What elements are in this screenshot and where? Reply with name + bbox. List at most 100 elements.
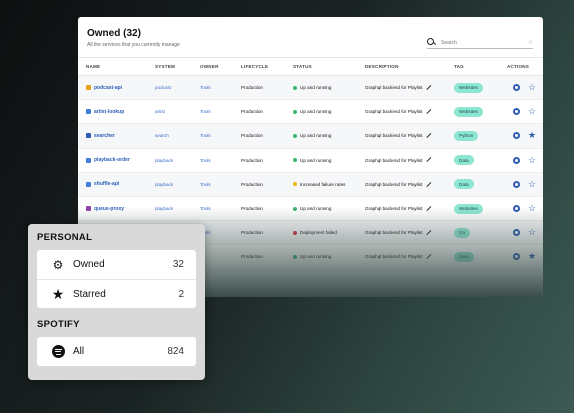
edit-icon[interactable] (426, 133, 433, 139)
edit-icon[interactable] (426, 109, 433, 115)
system-link[interactable]: podcast (155, 85, 171, 90)
column-header-description[interactable]: DESCRIPTION (365, 57, 454, 76)
column-header-name[interactable]: NAME (78, 57, 155, 76)
owner-link[interactable]: Tools (200, 206, 211, 211)
description-cell: Graphql backend for Playlist (365, 220, 454, 246)
service-name-link[interactable]: playback-order (94, 157, 130, 163)
actions-cell: ☆ (507, 148, 543, 173)
description-text: Graphql backend for Playlist (365, 133, 423, 139)
personal-filter-group: ⚙ Owned 32 ★ Starred 2 (37, 250, 196, 308)
name-cell: queue-proxy (78, 196, 155, 222)
owner-link[interactable]: Tools (200, 158, 211, 163)
star-icon[interactable]: ☆ (528, 155, 536, 165)
service-name-link[interactable]: queue-proxy (94, 206, 124, 212)
actions-cell: ☆ (507, 99, 543, 125)
tag-chip[interactable]: Data (454, 179, 474, 190)
star-icon[interactable]: ★ (528, 131, 536, 140)
github-icon[interactable] (513, 229, 520, 237)
column-header-lifecycle[interactable]: LIFECYCLE (241, 57, 293, 76)
edit-icon[interactable] (426, 254, 433, 260)
status-text: Deployment failed (300, 230, 337, 236)
edit-icon[interactable] (426, 205, 433, 212)
name-cell: searcher (78, 123, 155, 149)
column-header-status[interactable]: STATUS (293, 57, 365, 76)
status-text: Increased failure rates (300, 181, 346, 187)
star-icon[interactable]: ☆ (528, 228, 536, 237)
tag-chip[interactable]: Data (454, 155, 474, 166)
column-header-system[interactable]: SYSTEM (155, 57, 200, 76)
table-row[interactable]: podcast-api podcast Tools Production Up and … (78, 75, 543, 101)
github-icon[interactable] (513, 156, 520, 164)
star-icon[interactable]: ☆ (528, 204, 536, 213)
system-link[interactable]: search (155, 133, 169, 138)
table-head-row: NAME SYSTEM OWNER LIFECYCLE STATUS DESCRIPTIO… (78, 57, 543, 76)
filter-all-label: All (73, 346, 85, 357)
service-name-link[interactable]: shuffle-api (94, 181, 119, 187)
status-dot-icon (293, 206, 297, 211)
spotify-filter-group: All 824 (37, 337, 196, 366)
edit-icon[interactable] (426, 84, 433, 91)
github-icon[interactable] (513, 108, 520, 116)
tag-chip[interactable]: Python (454, 130, 479, 141)
status-text: Up and running (300, 254, 332, 260)
filter-owned[interactable]: ⚙ Owned 32 (37, 250, 196, 279)
star-icon[interactable]: ☆ (528, 107, 536, 116)
system-link[interactable]: artist (155, 109, 165, 114)
filter-starred-label: Starred (73, 288, 106, 300)
owner-link[interactable]: Tools (200, 85, 211, 90)
service-name-link[interactable]: podcast-api (94, 85, 122, 91)
edit-icon[interactable] (426, 181, 433, 187)
lifecycle-cell: Production (241, 196, 293, 222)
filter-all[interactable]: All 824 (37, 337, 196, 366)
service-name-link[interactable]: searcher (94, 133, 115, 139)
tag-cell: Java (454, 244, 507, 270)
tag-chip[interactable]: Java (454, 251, 474, 262)
search-input[interactable] (441, 39, 521, 46)
edit-icon[interactable] (426, 230, 433, 236)
column-header-owner[interactable]: OWNER (200, 57, 241, 76)
lifecycle-cell: Production (241, 220, 293, 246)
star-icon[interactable]: ☆ (528, 83, 536, 92)
system-link[interactable]: playback (155, 206, 173, 211)
owner-link[interactable]: Tools (200, 182, 211, 187)
github-icon[interactable] (513, 253, 520, 261)
github-icon[interactable] (513, 205, 520, 213)
table-header: Owned (32) All the services that you cur… (78, 17, 543, 57)
filter-starred[interactable]: ★ Starred 2 (37, 279, 196, 308)
owner-link[interactable]: Tools (200, 109, 211, 114)
description-cell: Graphql backend for Playlist (365, 148, 454, 173)
status-cell: Increased failure rates (293, 172, 365, 197)
tag-chip[interactable]: Websites (454, 106, 483, 117)
system-link[interactable]: playback (155, 158, 173, 163)
edit-icon[interactable] (426, 157, 433, 163)
name-cell: playback-order (78, 148, 155, 173)
owner-cell: Tools (200, 75, 241, 101)
star-icon[interactable]: ★ (528, 252, 536, 261)
description-text: Graphql backend for Playlist (365, 181, 423, 187)
star-icon[interactable]: ☆ (528, 179, 536, 189)
table-row[interactable]: playback-order playback Tools Production Up … (78, 148, 543, 173)
owner-link[interactable]: Tools (200, 133, 211, 138)
tag-chip[interactable]: Websites (454, 82, 483, 93)
table-row[interactable]: shuffle-api playback Tools Production Increa… (78, 172, 543, 197)
status-dot-icon (293, 254, 297, 259)
system-cell: podcast (155, 75, 200, 101)
column-header-actions[interactable]: ACTIONS (507, 57, 543, 76)
tag-chip[interactable]: Go (454, 227, 471, 238)
search-bar[interactable]: ✕ (427, 37, 533, 49)
lifecycle-cell: Production (241, 148, 293, 173)
tag-chip[interactable]: Websites (454, 203, 483, 214)
github-icon[interactable] (513, 84, 520, 92)
system-link[interactable]: playback (155, 182, 173, 187)
gears-icon: ⚙ (52, 257, 64, 272)
column-header-tag[interactable]: TAG (454, 57, 507, 76)
name-cell: podcast-api (78, 75, 155, 101)
github-icon[interactable] (513, 180, 520, 188)
description-cell: Graphql backend for Playlist (365, 196, 454, 222)
clear-icon[interactable]: ✕ (528, 39, 533, 46)
github-icon[interactable] (513, 132, 520, 140)
service-name-link[interactable]: artist-lookup (94, 109, 124, 115)
table-row[interactable]: searcher search Tools Production Up and runn… (78, 123, 543, 149)
table-row[interactable]: artist-lookup artist Tools Production Up and… (78, 99, 543, 125)
table-row[interactable]: queue-proxy playback Tools Production Up and… (78, 196, 543, 222)
